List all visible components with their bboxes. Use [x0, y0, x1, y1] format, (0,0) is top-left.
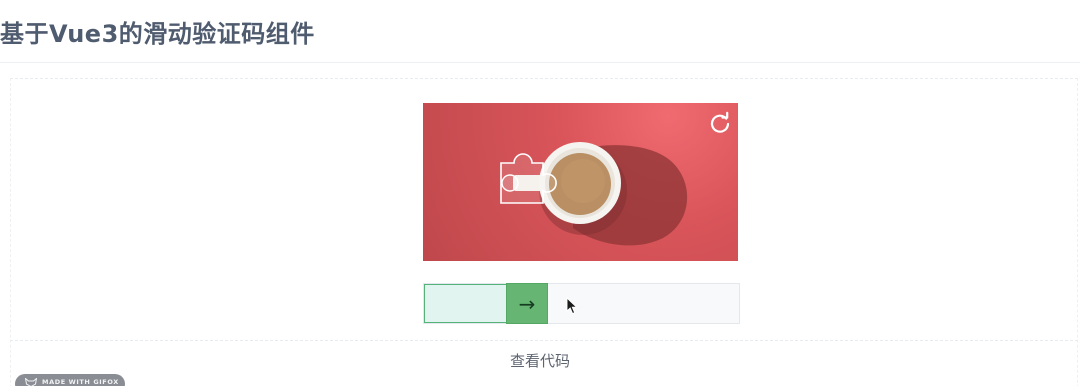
slider-track[interactable]: →	[423, 283, 740, 324]
gifox-watermark: MADE WITH GIFOX	[15, 374, 125, 386]
fox-logo-icon	[25, 378, 37, 386]
slider-handle[interactable]: →	[506, 283, 548, 324]
arrow-right-icon: →	[518, 291, 536, 316]
gifox-watermark-label: MADE WITH GIFOX	[42, 378, 119, 386]
coffee-cup-scene	[500, 142, 688, 246]
view-code-link[interactable]: 查看代码	[0, 350, 1080, 371]
puzzle-piece-moving	[501, 174, 519, 192]
refresh-button[interactable]	[708, 111, 732, 135]
captcha-image	[423, 103, 738, 261]
page: 基于Vue3的滑动验证码组件 → 查看代码 MADE WITH GIFOX	[0, 0, 1080, 386]
mouse-cursor-icon	[566, 297, 578, 315]
demo-divider	[10, 340, 1078, 341]
refresh-icon	[710, 111, 730, 133]
title-divider	[0, 62, 1080, 63]
page-title: 基于Vue3的滑动验证码组件	[0, 20, 315, 48]
slider-progress-fill	[424, 284, 507, 323]
